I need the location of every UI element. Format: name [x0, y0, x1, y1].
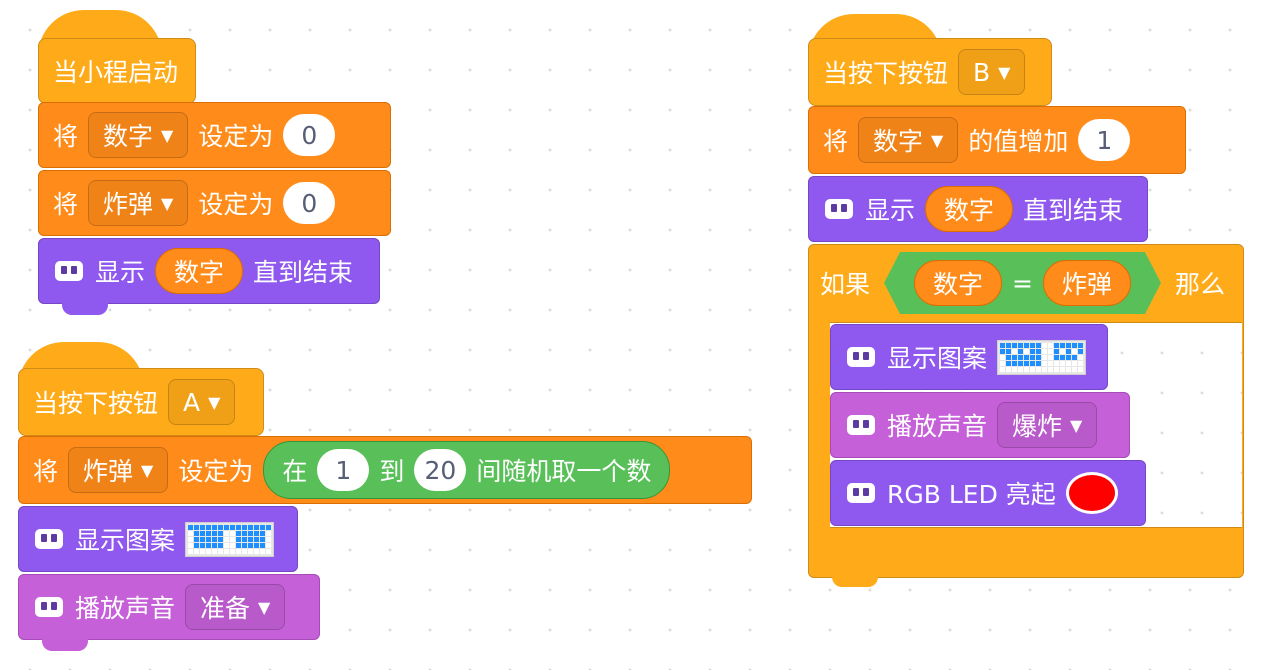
rgb-led-label: RGB LED 亮起 [887, 480, 1056, 509]
variable-dropdown[interactable]: 数字 ▼ [858, 117, 959, 163]
led-matrix-image[interactable] [185, 521, 275, 557]
value-input[interactable]: 1 [1078, 119, 1131, 161]
show-suffix: 直到结束 [253, 258, 354, 287]
sound-dropdown[interactable]: 准备 ▼ [185, 584, 286, 630]
button-name: A [183, 387, 201, 417]
button-name: B [973, 57, 991, 87]
value-input[interactable]: 0 [283, 114, 336, 156]
when-program-starts-block[interactable]: 当小程启动 [38, 38, 196, 104]
change-prefix: 将 [823, 127, 849, 156]
variable-name: 数字 [103, 122, 154, 151]
chevron-down-icon: ▼ [161, 193, 174, 213]
change-by-label: 的值增加 [968, 127, 1069, 156]
show-image-label: 显示图案 [75, 526, 176, 555]
set-to-label: 设定为 [198, 190, 274, 219]
chevron-down-icon: ▼ [1070, 415, 1083, 435]
show-prefix: 显示 [95, 258, 146, 287]
hat-label: 当小程启动 [53, 58, 179, 87]
hat-label: 当按下按钮 [33, 389, 159, 418]
value-input[interactable]: 0 [283, 182, 336, 224]
chevron-down-icon: ▼ [161, 125, 174, 145]
variable-name: 数字 [873, 127, 924, 156]
right-reporter[interactable]: 炸弹 [1043, 260, 1131, 306]
set-to-label: 设定为 [198, 122, 274, 151]
robot-icon [33, 525, 65, 553]
play-sound-block[interactable]: 播放声音 准备 ▼ [18, 574, 320, 640]
variable-dropdown[interactable]: 数字 ▼ [88, 112, 189, 158]
set-to-label: 设定为 [178, 457, 254, 486]
show-image-block[interactable]: 显示图案 [18, 506, 298, 572]
hat-label: 当按下按钮 [823, 59, 949, 88]
random-to-label: 到 [379, 457, 405, 486]
set-variable-block[interactable]: 将 炸弹 ▼ 设定为 0 [38, 170, 391, 236]
led-matrix-image[interactable] [997, 339, 1087, 375]
sound-name: 准备 [200, 594, 251, 623]
equals-condition[interactable]: 数字 = 炸弹 [884, 252, 1161, 314]
play-sound-label: 播放声音 [887, 412, 988, 441]
chevron-down-icon: ▼ [258, 597, 271, 617]
robot-icon [845, 343, 877, 371]
robot-icon [53, 257, 85, 285]
sound-name: 爆炸 [1012, 412, 1063, 441]
display-until-end-block[interactable]: 显示 数字 直到结束 [38, 238, 380, 304]
show-image-label: 显示图案 [887, 344, 988, 373]
set-prefix: 将 [53, 122, 79, 151]
if-block-header[interactable]: 如果 数字 = 炸弹 那么 [808, 250, 1242, 316]
chevron-down-icon: ▼ [931, 130, 944, 150]
show-suffix: 直到结束 [1023, 196, 1124, 225]
variable-reporter[interactable]: 数字 [925, 186, 1014, 232]
set-variable-random-block[interactable]: 将 炸弹 ▼ 设定为 在 1 到 20 间随机取一个数 [18, 436, 752, 504]
robot-icon [845, 411, 877, 439]
then-label: 那么 [1175, 270, 1226, 299]
random-prefix: 在 [282, 457, 308, 486]
random-number-reporter[interactable]: 在 1 到 20 间随机取一个数 [263, 441, 671, 499]
random-to-input[interactable]: 20 [414, 449, 467, 491]
random-suffix: 间随机取一个数 [476, 457, 652, 486]
button-dropdown[interactable]: B ▼ [958, 49, 1026, 95]
variable-name: 炸弹 [83, 457, 134, 486]
chevron-down-icon: ▼ [141, 460, 154, 480]
variable-dropdown[interactable]: 炸弹 ▼ [68, 447, 169, 493]
robot-icon [845, 479, 877, 507]
if-label: 如果 [820, 270, 871, 299]
show-image-block[interactable]: 显示图案 [830, 324, 1108, 390]
play-sound-label: 播放声音 [75, 594, 176, 623]
display-until-end-block[interactable]: 显示 数字 直到结束 [808, 176, 1148, 242]
variable-dropdown[interactable]: 炸弹 ▼ [88, 180, 189, 226]
led-color-picker[interactable] [1065, 472, 1118, 514]
random-from-input[interactable]: 1 [317, 449, 370, 491]
robot-icon [33, 593, 65, 621]
set-variable-block[interactable]: 将 数字 ▼ 设定为 0 [38, 102, 391, 168]
block-notch [42, 639, 88, 651]
equals-operator: = [1012, 268, 1033, 298]
set-prefix: 将 [33, 457, 59, 486]
chevron-down-icon: ▼ [998, 62, 1011, 82]
sound-dropdown[interactable]: 爆炸 ▼ [997, 402, 1098, 448]
block-notch [62, 303, 108, 315]
chevron-down-icon: ▼ [208, 392, 221, 412]
set-prefix: 将 [53, 190, 79, 219]
variable-reporter[interactable]: 数字 [155, 248, 244, 294]
play-sound-block[interactable]: 播放声音 爆炸 ▼ [830, 392, 1130, 458]
rgb-led-block[interactable]: RGB LED 亮起 [830, 460, 1146, 526]
robot-icon [823, 195, 855, 223]
show-prefix: 显示 [865, 196, 916, 225]
when-button-pressed-block[interactable]: 当按下按钮 B ▼ [808, 38, 1052, 106]
block-notch [832, 575, 878, 587]
change-variable-block[interactable]: 将 数字 ▼ 的值增加 1 [808, 106, 1186, 174]
button-dropdown[interactable]: A ▼ [168, 379, 236, 425]
left-reporter[interactable]: 数字 [914, 260, 1002, 306]
when-button-pressed-block[interactable]: 当按下按钮 A ▼ [18, 368, 264, 436]
variable-name: 炸弹 [103, 190, 154, 219]
